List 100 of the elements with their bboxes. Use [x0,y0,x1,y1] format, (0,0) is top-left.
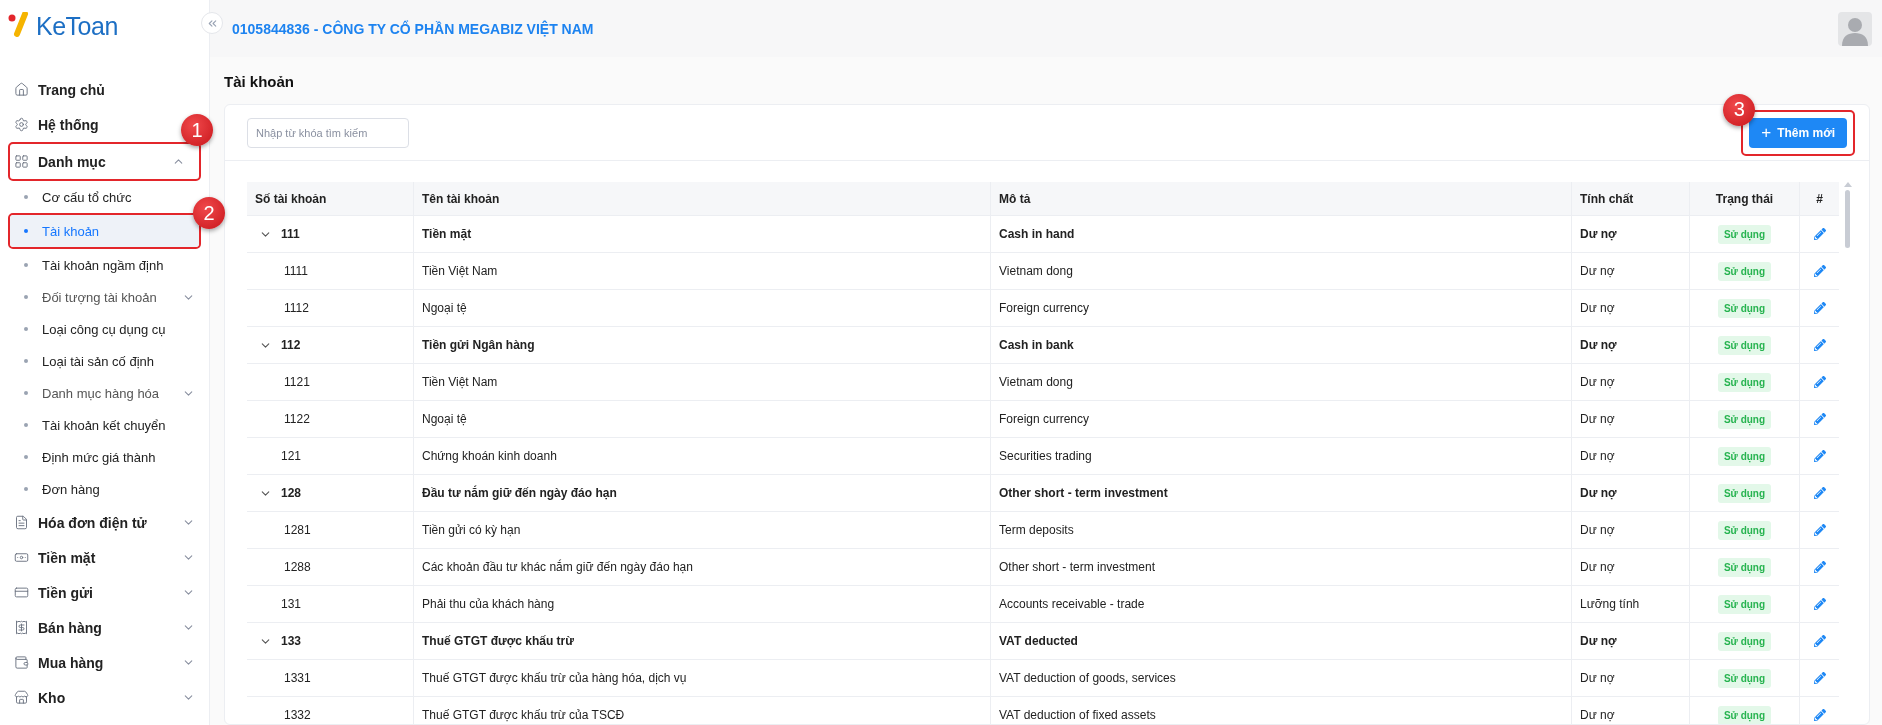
account-nature: Dư nợ [1580,671,1615,685]
receipt-icon [14,620,29,635]
status-tag: Sử dụng [1717,261,1772,281]
grid-icon [14,154,29,169]
sidebar-subitem[interactable]: Tài khoản ngầm định [0,249,178,281]
account-nature: Dư nợ [1580,338,1617,352]
avatar[interactable] [1838,11,1872,46]
account-number: 1111 [284,264,309,278]
account-nature: Dư nợ [1580,560,1615,574]
account-description: Foreign currency [999,412,1090,426]
account-description: Vietnam dong [999,264,1073,278]
account-description: Cash in hand [999,227,1075,241]
edit-button[interactable] [1813,339,1826,351]
edit-button[interactable] [1813,561,1826,573]
account-nature: Dư nợ [1580,227,1617,241]
account-number: 1122 [284,412,310,426]
home-icon [14,82,29,97]
account-name: Các khoản đầu tư khác nắm giữ đến ngày đáo hạn [422,560,693,574]
banknote-icon [14,550,29,565]
edit-button[interactable] [1813,598,1826,610]
account-number: 121 [281,449,302,463]
account-number: 1121 [284,375,310,389]
account-description: VAT deducted [999,634,1078,648]
sidebar-subitem[interactable]: Đối tượng tài khoản [0,281,209,313]
add-button[interactable]: + Thêm mới [1749,117,1847,148]
account-nature: Lưỡng tính [1580,597,1640,611]
account-name: Ngoại tệ [422,301,467,315]
edit-button[interactable] [1813,228,1826,240]
sidebar-subitem[interactable]: Danh mục hàng hóa [0,377,209,409]
sidebar-subitem[interactable]: Tài khoản [10,215,199,247]
page-title: Tài khoản [223,72,295,92]
edit-button[interactable] [1813,302,1826,314]
annotation-badge: 3 [1723,93,1756,126]
account-name: Tiền gửi có kỳ hạn [422,523,521,537]
account-description: Other short - term investment [999,486,1168,500]
account-number: 1112 [284,301,309,315]
account-name: Tiền Việt Nam [422,375,498,389]
search-field[interactable]: Nhập từ khóa tìm kiếm [247,117,409,148]
sidebar-item[interactable]: Bán hàng [0,610,209,645]
document-icon [14,515,29,530]
status-tag: Sử dụng [1717,335,1772,355]
account-nature: Dư nợ [1580,301,1615,315]
sidebar-item[interactable]: Kho [0,680,209,715]
account-name: Thuế GTGT được khấu trừ của hàng hóa, dịch vụ [422,671,687,685]
account-nature: Dư nợ [1580,412,1615,426]
account-number: 1288 [284,560,311,574]
sidebar-item[interactable]: Trang chủ [0,72,119,107]
column-header: Tên tài khoản [414,182,991,215]
account-nature: Dư nợ [1580,375,1615,389]
account-number: 1331 [284,671,311,685]
account-description: Accounts receivable - trade [999,597,1145,611]
status-tag: Sử dụng [1717,631,1772,651]
edit-button[interactable] [1813,524,1826,536]
sidebar-item[interactable]: Tiền mặt [0,540,209,575]
account-description: Term deposits [999,523,1074,537]
edit-button[interactable] [1813,413,1826,425]
status-tag: Sử dụng [1717,705,1772,724]
status-tag: Sử dụng [1717,594,1772,614]
account-description: VAT deduction of goods, services [999,671,1176,685]
account-number: 1332 [284,708,311,722]
logo-text: KeToan [36,12,118,41]
edit-button[interactable] [1813,672,1826,684]
account-name: Ngoại tệ [422,412,467,426]
status-tag: Sử dụng [1717,409,1772,429]
sidebar-item[interactable]: Tiền gửi [0,575,209,610]
edit-button[interactable] [1813,450,1826,462]
card-icon [14,585,29,600]
sidebar-subitem[interactable]: Loại công cụ dụng cụ [0,313,180,345]
sidebar-item[interactable]: Hệ thống [0,107,113,142]
sidebar-item[interactable]: Mua hàng [0,645,209,680]
account-description: Foreign currency [999,301,1090,315]
account-number: 133 [281,634,302,648]
edit-button[interactable] [1813,487,1826,499]
edit-button[interactable] [1813,376,1826,388]
company-name: 0105844836 - CÔNG TY CỔ PHẦN MEGABIZ VIỆT NAM [232,20,594,37]
status-tag: Sử dụng [1717,224,1772,244]
collapse-button[interactable] [201,12,223,34]
account-name: Thuế GTGT được khấu trừ của TSCĐ [422,708,625,722]
account-name: Tiền gửi Ngân hàng [422,338,535,352]
sidebar-subitem[interactable]: Định mức giá thành [0,441,170,473]
account-description: Securities trading [999,449,1092,463]
sidebar-subitem[interactable]: Cơ cấu tổ chức [0,181,146,213]
edit-button[interactable] [1813,265,1826,277]
sidebar-item[interactable]: Hóa đơn điện tử [0,505,209,540]
account-number: 111 [281,227,300,241]
account-name: Tiền mặt [422,227,472,241]
wallet-icon [14,655,29,670]
store-icon [14,690,29,705]
sidebar-item[interactable]: Danh mục [10,144,199,179]
sidebar-subitem[interactable]: Tài khoản kết chuyển [0,409,180,441]
status-tag: Sử dụng [1717,520,1772,540]
edit-button[interactable] [1813,635,1826,647]
account-nature: Dư nợ [1580,264,1615,278]
sidebar-subitem[interactable]: Loại tài sản cố định [0,345,169,377]
edit-button[interactable] [1813,709,1826,721]
sidebar-subitem[interactable]: Đơn hàng [0,473,114,505]
account-description: VAT deduction of fixed assets [999,708,1156,722]
column-header: Mô tả [991,182,1572,215]
column-header: Trạng thái [1690,182,1800,215]
column-header: # [1815,190,1824,208]
